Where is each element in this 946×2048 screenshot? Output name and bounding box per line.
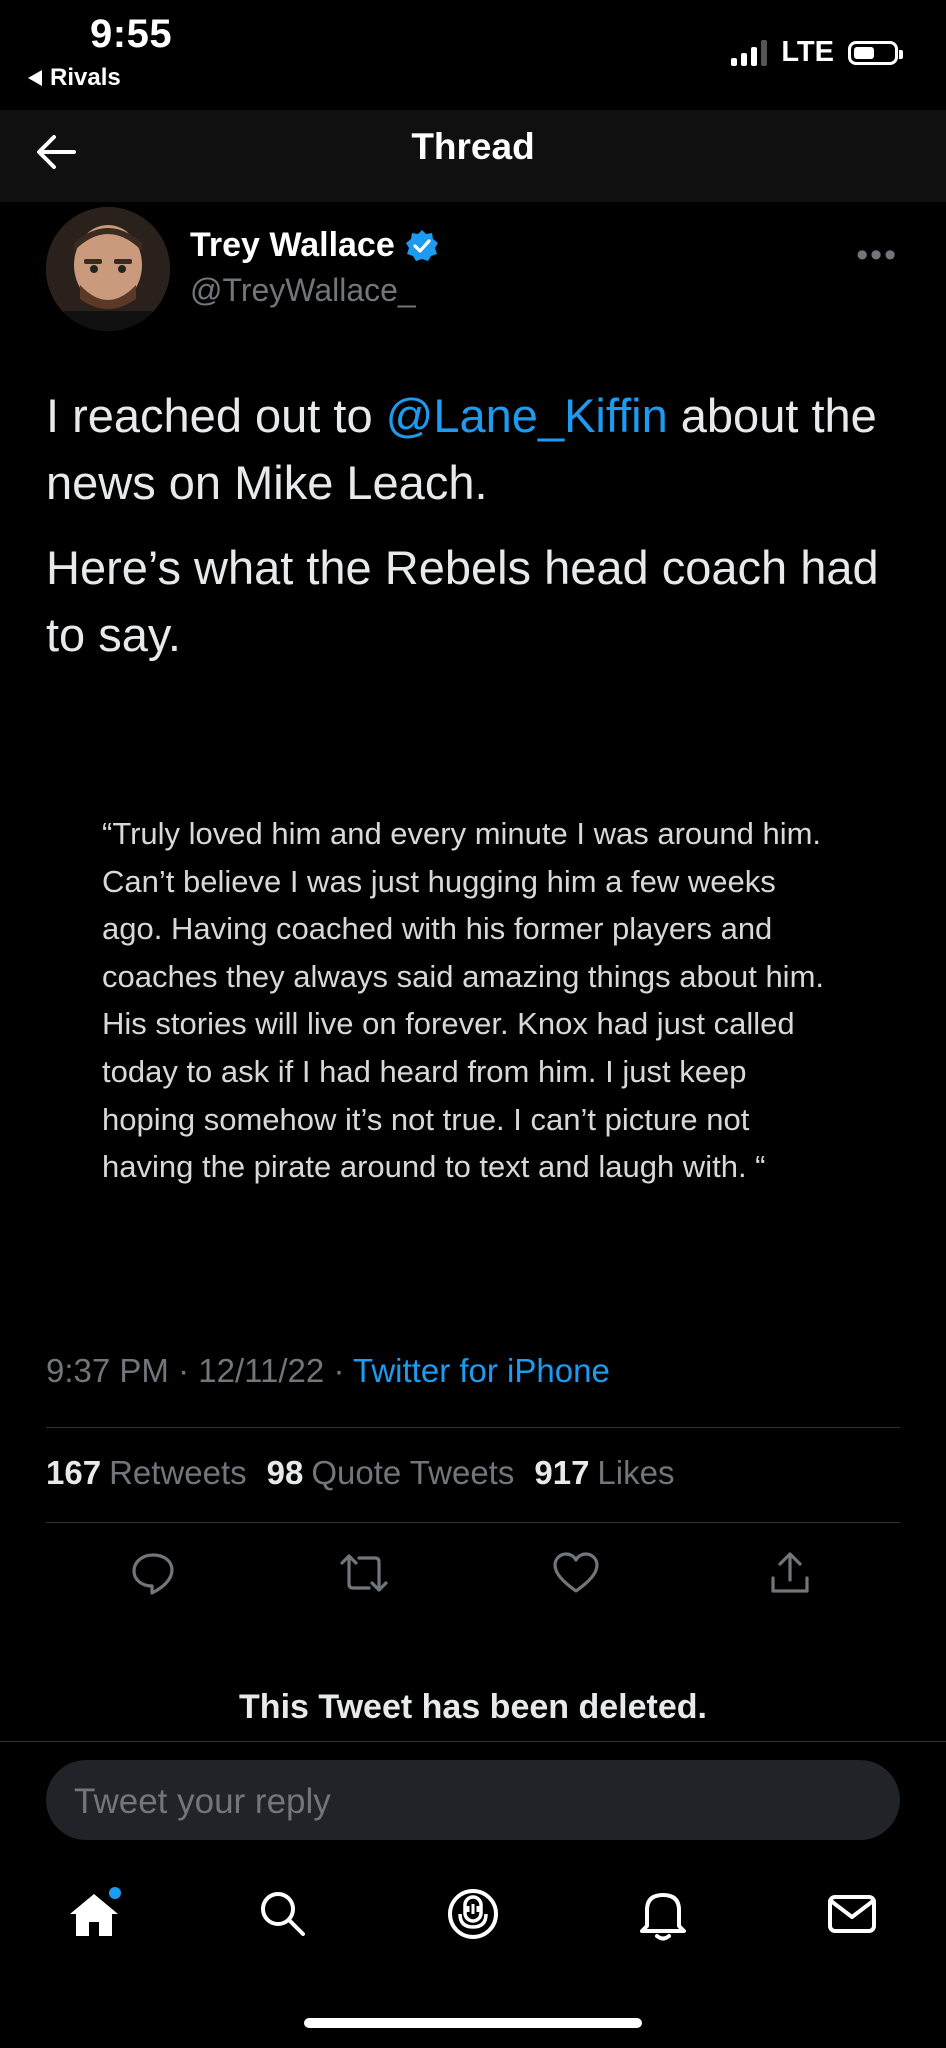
quotes-label: Quote Tweets [311,1454,515,1491]
network-label: LTE [781,36,834,68]
spaces-icon[interactable] [443,1884,503,1944]
likes-label: Likes [597,1454,675,1491]
back-triangle-icon [28,70,42,86]
tweet-source-link[interactable]: Twitter for iPhone [353,1352,610,1389]
meta-separator: · [178,1352,190,1389]
author-handle[interactable]: @TreyWallace_ [190,272,416,309]
likes-stat[interactable]: 917 Likes [534,1454,674,1492]
deleted-tweet-notice: This Tweet has been deleted. [239,1688,707,1726]
reply-placeholder: Tweet your reply [74,1782,331,1821]
tweet-text-paragraph-2: Here’s what the Rebels head coach had to… [46,541,879,661]
tweet-time: 9:37 PM [46,1352,169,1389]
verified-badge-icon [405,229,438,261]
author-name[interactable]: Trey Wallace [190,226,439,265]
meta-separator: · [333,1352,345,1389]
back-app-label: Rivals [50,64,121,91]
status-time: 9:55 [90,12,173,56]
home-icon[interactable] [64,1884,124,1944]
quotes-stat[interactable]: 98 Quote Tweets [267,1454,515,1492]
more-options-icon[interactable]: ••• [856,236,898,275]
notifications-icon[interactable] [633,1884,693,1944]
page-title: Thread [411,126,535,167]
tweet-meta: 9:37 PM · 12/11/22 · Twitter for iPhone [46,1352,610,1390]
divider [46,1522,900,1523]
battery-icon [848,40,903,65]
tweet-text-paragraph-1: I reached out to @Lane_Kiffin about the … [46,382,906,516]
search-icon[interactable] [253,1884,313,1944]
quote-text: “Truly loved him and every minute I was … [102,816,825,1185]
signal-icon [731,39,768,66]
home-indicator[interactable] [304,2018,642,2028]
tweet-text-prefix: I reached out to [46,389,386,442]
mention-link[interactable]: @Lane_Kiffin [386,389,668,442]
likes-count: 917 [534,1454,590,1491]
retweets-count: 167 [46,1454,102,1491]
avatar[interactable] [46,207,170,331]
tweet-date: 12/11/22 [198,1352,325,1389]
tweet-stats: 167 Retweets 98 Quote Tweets 917 Likes [46,1454,674,1492]
quotes-count: 98 [266,1454,304,1491]
author-name-text: Trey Wallace [190,226,395,264]
divider [0,1741,946,1742]
retweets-stat[interactable]: 167 Retweets [46,1454,247,1492]
status-indicators: LTE [731,36,903,69]
back-to-app-link[interactable]: Rivals [28,64,121,92]
share-icon[interactable] [762,1545,818,1601]
like-icon[interactable] [548,1545,604,1601]
retweet-icon[interactable] [336,1545,392,1601]
divider [46,1427,900,1428]
messages-icon[interactable] [822,1884,882,1944]
retweets-label: Retweets [109,1454,247,1491]
reply-icon[interactable] [125,1545,181,1601]
